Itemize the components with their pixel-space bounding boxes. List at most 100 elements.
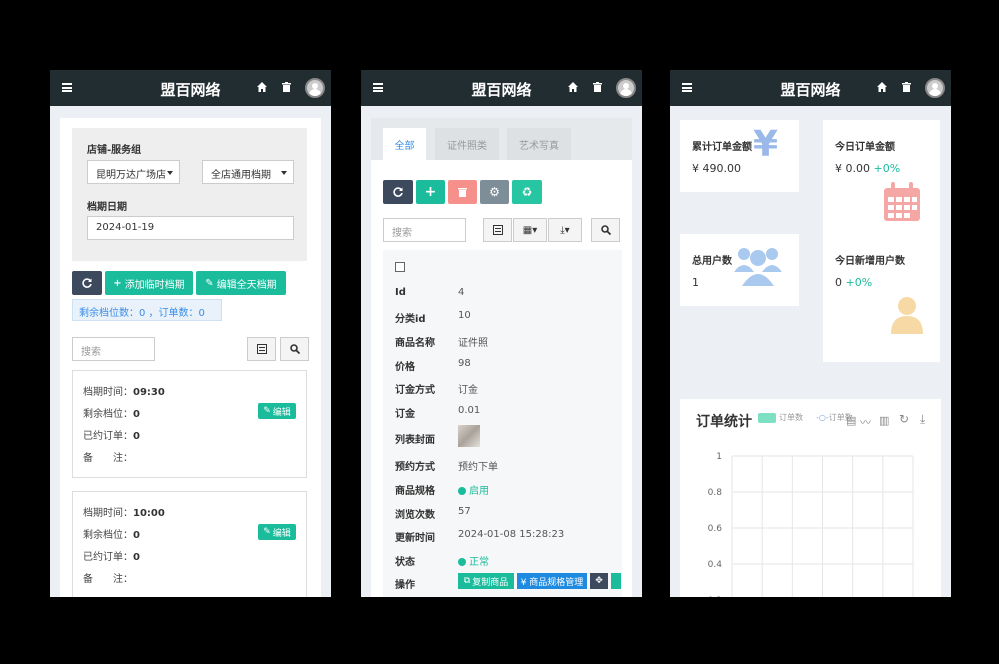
plus-icon: + [424,184,437,200]
date-value: 2024-01-19 [96,222,155,233]
grid-icon: ▦▾ [522,224,538,236]
y-tick-label: 0.4 [708,560,723,570]
move-icon: ✥ [595,576,603,586]
export-icon: ⤓▾ [560,224,570,236]
top-bar: 盟百网络 [361,70,642,106]
pencil-icon: ✎ [205,277,214,289]
slot-remaining: 剩余档位：0 [83,530,140,541]
slot-remaining: 剩余档位：0 [83,409,140,420]
slot-card: 档期时间：10:00 剩余档位：0 已约订单：0 备 注： ✎ 编辑 [72,491,307,597]
more-button[interactable] [611,573,621,589]
spec-manage-button[interactable]: ¥ 商品规格管理 [517,573,587,589]
field-key: 订金方式 [395,385,435,396]
product-panel: 全部 证件照类 艺术写真 + ⚙ ♻ 搜索 ▦▾ ⤓▾ Id 4 分类id 10… [371,118,632,597]
edit-all-schedule-button[interactable]: ✎ 编辑全天档期 [196,271,286,295]
home-icon[interactable] [877,82,887,92]
cover-thumbnail[interactable] [458,425,480,447]
status-dot-icon [458,487,466,495]
stat-value: ¥ 490.00 [692,162,741,175]
field-value: 预约下单 [458,462,498,473]
slot-time: 档期时间：09:30 [83,387,165,398]
stat-total-order: 累计订单金额 ¥ 490.00 ¥ [680,120,799,192]
main-content: 累计订单金额 ¥ 490.00 ¥ 今日订单金额 ¥ 0.00 +0% 总用户数… [670,106,951,597]
columns-toggle-button[interactable] [247,337,276,361]
search-input[interactable]: 搜索 [72,337,155,361]
row-checkbox[interactable] [395,262,405,272]
edit-slot-button[interactable]: ✎ 编辑 [258,524,296,540]
columns-toggle-button[interactable] [483,218,512,242]
recycle-button[interactable]: ♻ [512,180,542,204]
filter-box: 店铺-服务组 昆明万达广场店 全店通用档期 档期日期 2024-01-19 [72,128,307,261]
tab-id-photo[interactable]: 证件照类 [435,128,499,160]
field-key: 分类id [395,314,426,325]
stat-value: ¥ 0.00 +0% [835,162,901,175]
field-key: 商品规格 [395,486,435,497]
tab-all[interactable]: 全部 [383,128,426,160]
search-icon [289,344,300,354]
refresh-button[interactable] [383,180,413,204]
settings-button[interactable]: ⚙ [480,180,509,204]
field-value: 57 [458,506,471,517]
field-key: 订金 [395,409,415,420]
search-button[interactable] [591,218,620,242]
status-dot-icon [458,558,466,566]
search-button[interactable] [280,337,309,361]
home-icon[interactable] [568,82,578,92]
slot-time: 档期时间：10:00 [83,508,165,519]
status-badge: 正常 [458,553,489,568]
refresh-button[interactable] [72,271,102,295]
move-button[interactable]: ✥ [590,573,608,589]
slot-note: 备 注： [83,574,133,585]
y-tick-label: 1 [716,452,722,462]
field-value: 证件照 [458,338,488,349]
field-key: 预约方式 [395,462,435,473]
field-value: 订金 [458,385,478,396]
remaining-info: 剩余档位数：0 ，订单数：0 [72,299,222,321]
copy-product-button[interactable]: ⧉ 复制商品 [458,573,514,589]
delete-button[interactable] [448,180,477,204]
schedule-select-value: 全店通用档期 [211,170,271,181]
recycle-icon: ♻ [521,185,533,199]
add-button[interactable]: + [416,180,445,204]
date-input[interactable]: 2024-01-19 [87,216,294,240]
field-value: 0.01 [458,405,481,416]
home-icon[interactable] [257,82,267,92]
main-content: 店铺-服务组 昆明万达广场店 全店通用档期 档期日期 2024-01-19 + 添… [50,106,331,597]
schedule-select[interactable]: 全店通用档期 [202,160,294,184]
user-icon [891,297,923,334]
field-key: 状态 [395,557,415,568]
y-tick-label: 0.6 [708,524,723,534]
field-value: 10 [458,310,471,321]
pencil-icon: ✎ [263,406,271,416]
avatar[interactable] [616,78,636,98]
yen-icon: ¥ [753,124,779,165]
trash-icon[interactable] [902,82,911,92]
export-button[interactable]: ⤓▾ [548,218,582,242]
product-detail: Id 4 分类id 10 商品名称 证件照 价格 98 订金方式 订金 订金 0… [383,250,622,597]
chart-plot: 10.80.60.40.20 [708,452,914,597]
pencil-icon: ✎ [263,527,271,537]
stat-label: 累计订单金额 [692,142,752,153]
avatar[interactable] [305,78,325,98]
add-temp-label: 添加临时档期 [124,279,185,291]
grid-view-button[interactable]: ▦▾ [513,218,547,242]
list-icon [256,344,267,354]
slot-card: 档期时间：09:30 剩余档位：0 已约订单：0 备 注： ✎ 编辑 [72,370,307,478]
chevron-down-icon [281,171,287,175]
add-temp-schedule-button[interactable]: + 添加临时档期 [105,271,193,295]
copy-icon: ⧉ [463,576,471,586]
avatar[interactable] [925,78,945,98]
field-key: 商品名称 [395,338,435,349]
stat-value: 1 [692,276,699,289]
edit-slot-button[interactable]: ✎ 编辑 [258,403,296,419]
trash-icon [458,188,467,197]
store-select[interactable]: 昆明万达广场店 [87,160,180,184]
main-content: 全部 证件照类 艺术写真 + ⚙ ♻ 搜索 ▦▾ ⤓▾ Id 4 分类id 10… [361,106,642,597]
refresh-icon [393,187,403,197]
date-label: 档期日期 [87,202,127,213]
trash-icon[interactable] [282,82,291,92]
search-input[interactable]: 搜索 [383,218,466,242]
trash-icon[interactable] [593,82,602,92]
slot-booked: 已约订单：0 [83,552,140,563]
tab-art-photo[interactable]: 艺术写真 [507,128,571,160]
